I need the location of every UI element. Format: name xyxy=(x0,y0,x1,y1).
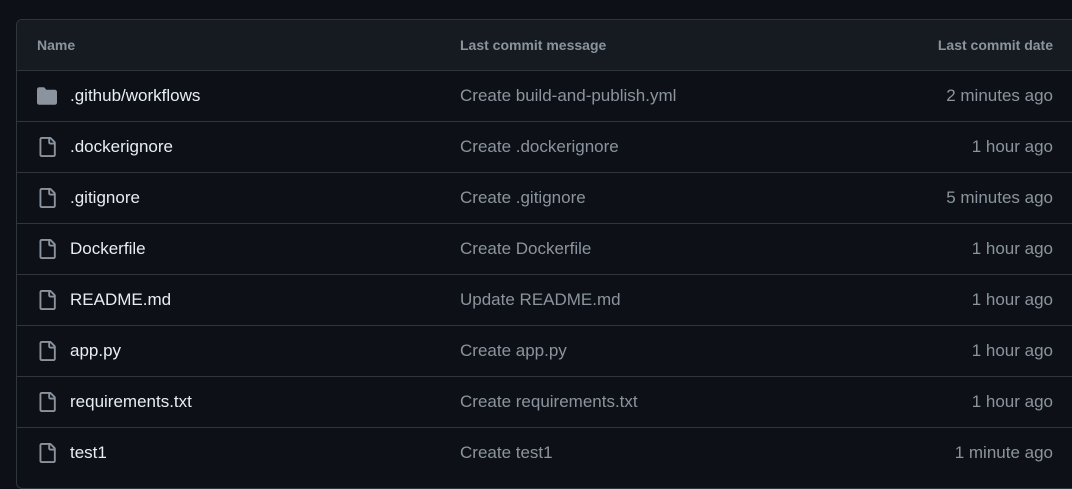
table-row[interactable]: README.md Update README.md 1 hour ago xyxy=(17,275,1072,326)
table-row[interactable]: .github/workflows Create build-and-publi… xyxy=(17,71,1072,122)
commit-message-link[interactable]: Create Dockerfile xyxy=(460,224,591,274)
commit-date: 1 hour ago xyxy=(971,290,1053,309)
file-name-link[interactable]: .gitignore xyxy=(70,173,140,223)
header-name: Name xyxy=(37,37,76,53)
folder-name-suffix: /workflows xyxy=(121,86,201,105)
table-row[interactable]: app.py Create app.py 1 hour ago xyxy=(17,326,1072,377)
file-icon xyxy=(37,290,57,310)
commit-message-link[interactable]: Create test1 xyxy=(460,428,553,478)
header-last-commit-message: Last commit message xyxy=(460,37,607,53)
file-name-link[interactable]: .dockerignore xyxy=(70,122,173,172)
table-row[interactable]: requirements.txt Create requirements.txt… xyxy=(17,377,1072,428)
file-name-link[interactable]: test1 xyxy=(70,428,107,478)
table-row[interactable]: .gitignore Create .gitignore 5 minutes a… xyxy=(17,173,1072,224)
commit-message-link[interactable]: Create build-and-publish.yml xyxy=(460,71,676,121)
file-name-link[interactable]: app.py xyxy=(70,326,121,376)
file-name-link[interactable]: Dockerfile xyxy=(70,224,146,274)
table-row[interactable]: Dockerfile Create Dockerfile 1 hour ago xyxy=(17,224,1072,275)
table-row[interactable]: test1 Create test1 1 minute ago xyxy=(17,428,1072,479)
commit-date: 1 hour ago xyxy=(971,239,1053,258)
file-name-link[interactable]: README.md xyxy=(70,275,171,325)
commit-date: 2 minutes ago xyxy=(946,86,1053,105)
table-row[interactable]: .dockerignore Create .dockerignore 1 hou… xyxy=(17,122,1072,173)
commit-message-link[interactable]: Create requirements.txt xyxy=(460,377,638,427)
header-last-commit-date: Last commit date xyxy=(937,37,1053,53)
commit-message-link[interactable]: Create .gitignore xyxy=(460,173,586,223)
commit-date: 1 hour ago xyxy=(971,341,1053,360)
commit-date: 1 hour ago xyxy=(971,392,1053,411)
commit-date: 1 hour ago xyxy=(971,137,1053,156)
file-icon xyxy=(37,392,57,412)
commit-date: 5 minutes ago xyxy=(946,188,1053,207)
file-icon xyxy=(37,137,57,157)
file-icon xyxy=(37,188,57,208)
file-name-link[interactable]: requirements.txt xyxy=(70,377,192,427)
file-table: Name Last commit message Last commit dat… xyxy=(16,19,1072,489)
table-header: Name Last commit message Last commit dat… xyxy=(17,20,1072,71)
commit-message-link[interactable]: Update README.md xyxy=(460,275,621,325)
file-name-link[interactable]: .github/workflows xyxy=(70,71,200,121)
file-icon xyxy=(37,239,57,259)
folder-icon xyxy=(37,86,57,106)
commit-message-link[interactable]: Create app.py xyxy=(460,326,567,376)
commit-date: 1 minute ago xyxy=(954,443,1053,462)
file-icon xyxy=(37,443,57,463)
folder-name-prefix: .github xyxy=(70,86,122,105)
file-icon xyxy=(37,341,57,361)
commit-message-link[interactable]: Create .dockerignore xyxy=(460,122,619,172)
